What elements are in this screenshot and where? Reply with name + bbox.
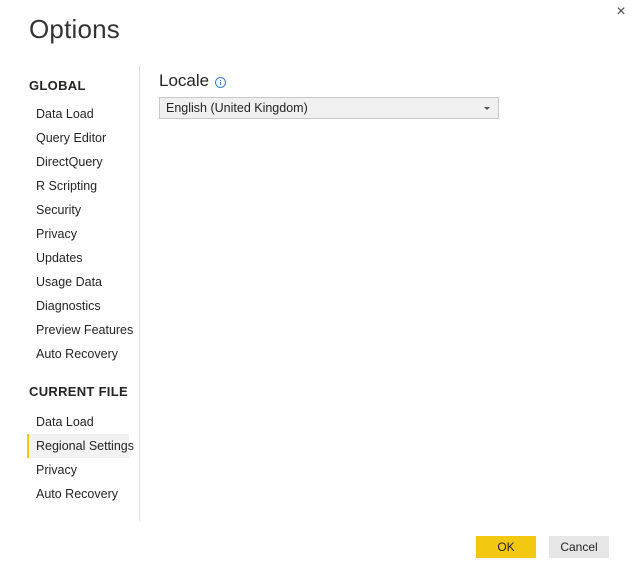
- locale-section: Locale: [159, 70, 499, 92]
- locale-dropdown[interactable]: English (United Kingdom): [159, 97, 499, 119]
- nav-item-global-privacy[interactable]: Privacy: [27, 222, 129, 246]
- nav-item-diagnostics[interactable]: Diagnostics: [27, 294, 129, 318]
- nav-item-security[interactable]: Security: [27, 198, 129, 222]
- dialog-title: Options: [29, 14, 121, 44]
- nav-item-query-editor[interactable]: Query Editor: [27, 126, 129, 150]
- nav-item-current-data-load[interactable]: Data Load: [27, 410, 129, 434]
- options-dialog: × Options GLOBAL Data Load Query Editor …: [0, 0, 637, 569]
- nav-item-preview-features[interactable]: Preview Features: [27, 318, 133, 342]
- nav-item-global-auto-recovery[interactable]: Auto Recovery: [27, 342, 129, 366]
- dropdown-arrow-icon: [484, 107, 490, 110]
- nav-item-updates[interactable]: Updates: [27, 246, 129, 270]
- nav-item-current-privacy[interactable]: Privacy: [27, 458, 129, 482]
- regional-settings-panel: Locale English (United Kingdom): [159, 70, 499, 119]
- info-icon[interactable]: [215, 76, 227, 88]
- close-icon[interactable]: ×: [611, 2, 631, 22]
- nav-heading-current-file: CURRENT FILE: [29, 384, 128, 399]
- ok-button[interactable]: OK: [476, 536, 536, 558]
- nav-heading-global: GLOBAL: [29, 78, 86, 93]
- locale-selected-value: English (United Kingdom): [166, 101, 308, 115]
- global-nav-list: Data Load Query Editor DirectQuery R Scr…: [27, 102, 133, 366]
- options-nav: GLOBAL Data Load Query Editor DirectQuer…: [27, 66, 140, 521]
- nav-item-usage-data[interactable]: Usage Data: [27, 270, 129, 294]
- cancel-button[interactable]: Cancel: [549, 536, 609, 558]
- nav-item-directquery[interactable]: DirectQuery: [27, 150, 129, 174]
- nav-item-regional-settings[interactable]: Regional Settings: [27, 434, 134, 458]
- current-file-nav-list: Data Load Regional Settings Privacy Auto…: [27, 410, 134, 506]
- nav-item-global-data-load[interactable]: Data Load: [27, 102, 129, 126]
- nav-item-current-auto-recovery[interactable]: Auto Recovery: [27, 482, 129, 506]
- locale-label: Locale: [159, 71, 210, 90]
- nav-item-r-scripting[interactable]: R Scripting: [27, 174, 129, 198]
